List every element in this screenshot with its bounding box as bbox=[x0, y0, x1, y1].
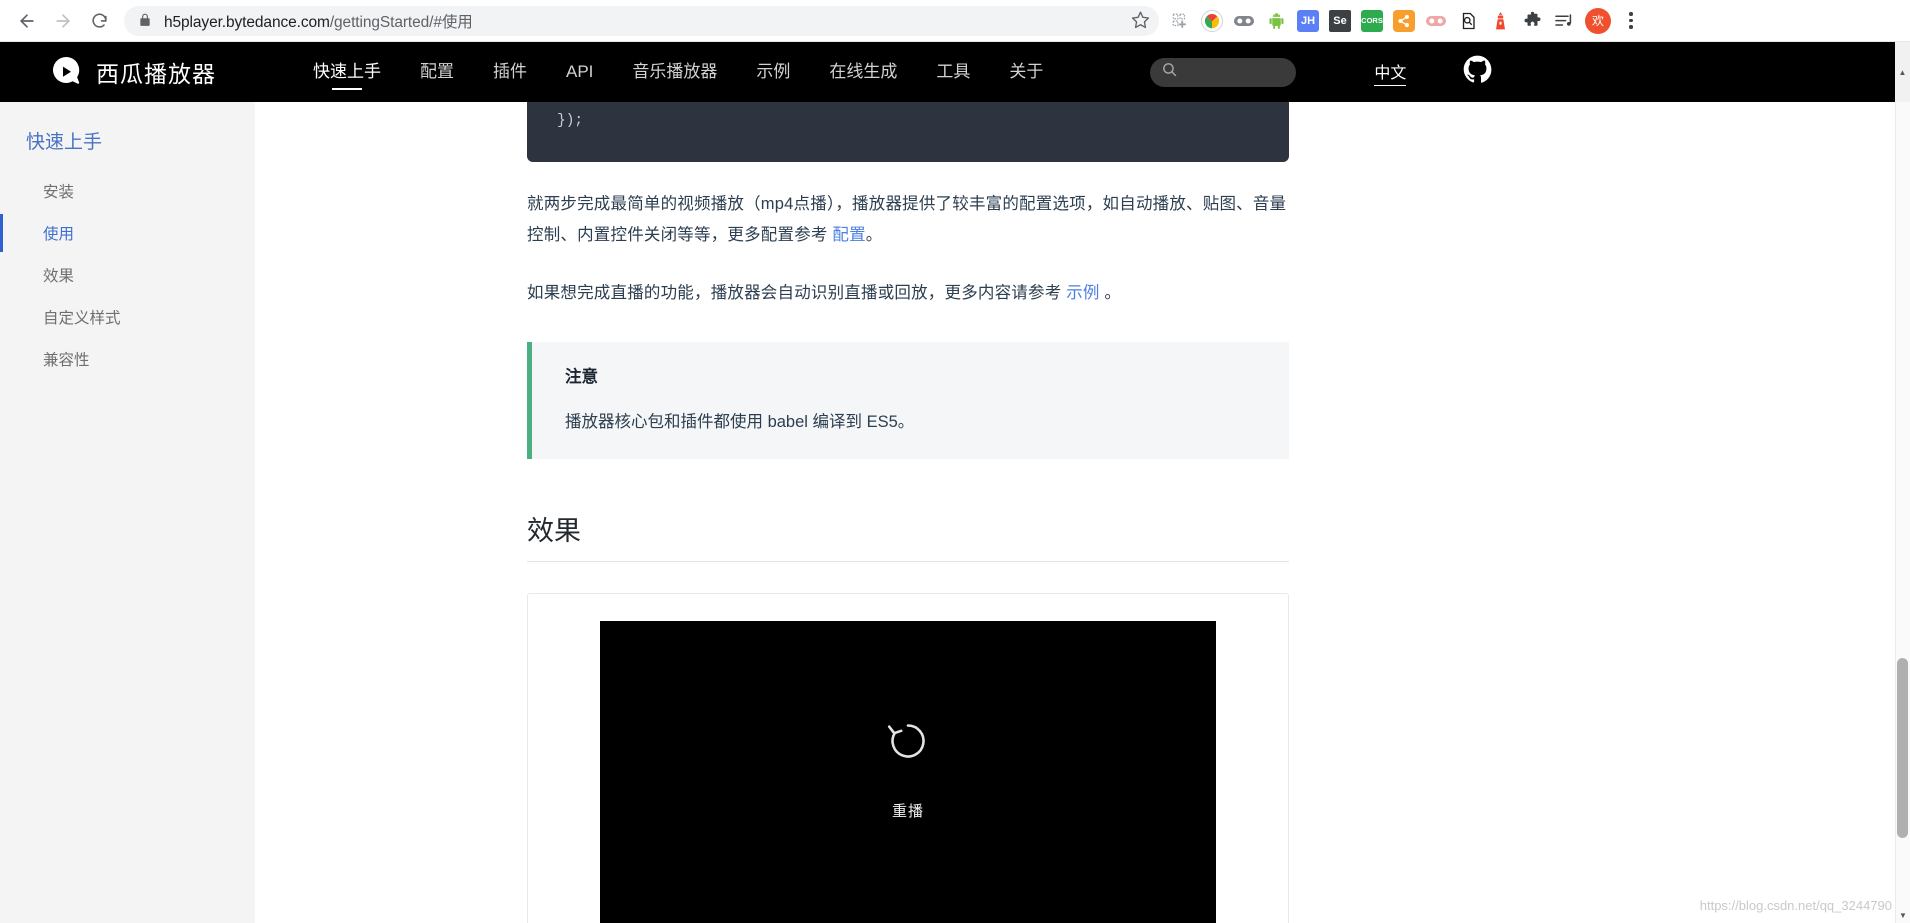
back-button[interactable] bbox=[10, 4, 44, 38]
github-link[interactable] bbox=[1463, 55, 1492, 89]
paragraph-live-suffix: 。 bbox=[1100, 284, 1121, 302]
paragraph-live-text: 如果想完成直播的功能，播放器会自动识别直播或回放，更多内容请参考 bbox=[527, 284, 1066, 302]
paragraph-config: 就两步完成最简单的视频播放（mp4点播），播放器提供了较丰富的配置选项，如自动播… bbox=[527, 189, 1289, 251]
share-extension-icon[interactable] bbox=[1393, 10, 1415, 32]
yandex-icon[interactable] bbox=[1201, 10, 1223, 32]
lock-icon bbox=[138, 13, 154, 29]
selenium-icon[interactable]: Se bbox=[1329, 10, 1351, 32]
extensions-tray: JH Se CORS bbox=[1169, 8, 1645, 34]
paragraph-config-suffix: 。 bbox=[866, 226, 883, 244]
profile-avatar[interactable]: 欢 bbox=[1585, 8, 1611, 34]
cors-extension-icon[interactable]: CORS bbox=[1361, 10, 1383, 32]
forward-button[interactable] bbox=[46, 4, 80, 38]
jh-extension-icon[interactable]: JH bbox=[1297, 10, 1319, 32]
code-block: }); bbox=[527, 102, 1289, 162]
brand-name: 西瓜播放器 bbox=[96, 55, 216, 89]
scrollbar-up-arrow[interactable]: ▲ bbox=[1895, 42, 1910, 102]
lighthouse-icon[interactable] bbox=[1489, 10, 1511, 32]
address-bar[interactable]: h5player.bytedance.com/gettingStarted/#使… bbox=[124, 6, 1159, 36]
link-examples[interactable]: 示例 bbox=[1066, 284, 1099, 302]
sidebar-list: 安装 使用 效果 自定义样式 兼容性 bbox=[0, 170, 255, 380]
replay-control[interactable]: 重播 bbox=[886, 719, 930, 821]
language-switcher[interactable]: 中文 bbox=[1374, 59, 1406, 86]
nav-item-online-generate[interactable]: 在线生成 bbox=[829, 42, 897, 102]
scrollbar-down-arrow[interactable]: ▼ bbox=[1896, 908, 1910, 923]
paragraph-live: 如果想完成直播的功能，播放器会自动识别直播或回放，更多内容请参考 示例 。 bbox=[527, 278, 1289, 309]
demo-card: 重播 bbox=[527, 593, 1289, 923]
sidebar-item-compatibility[interactable]: 兼容性 bbox=[0, 338, 255, 380]
nav-item-quickstart[interactable]: 快速上手 bbox=[313, 42, 381, 102]
notice-title: 注意 bbox=[565, 363, 1263, 387]
nav-item-config[interactable]: 配置 bbox=[420, 42, 454, 102]
brand-logo[interactable]: 西瓜播放器 bbox=[50, 55, 216, 89]
browser-menu-icon[interactable] bbox=[1621, 12, 1641, 29]
sidebar-item-custom-style[interactable]: 自定义样式 bbox=[0, 296, 255, 338]
address-bar-url: h5player.bytedance.com/gettingStarted/#使… bbox=[164, 10, 1131, 32]
nav-item-examples[interactable]: 示例 bbox=[756, 42, 790, 102]
grid-plus-icon[interactable] bbox=[1169, 10, 1191, 32]
sidebar-title[interactable]: 快速上手 bbox=[0, 127, 255, 154]
link-config[interactable]: 配置 bbox=[832, 226, 865, 244]
search-icon bbox=[1161, 61, 1178, 83]
watermark-text: https://blog.csdn.net/qq_3244790 bbox=[1700, 898, 1892, 913]
nav-item-tools[interactable]: 工具 bbox=[936, 42, 970, 102]
reload-button[interactable] bbox=[82, 4, 116, 38]
site-header: 西瓜播放器 快速上手 配置 插件 API 音乐播放器 示例 在线生成 工具 关于… bbox=[0, 42, 1910, 102]
main-navigation: 快速上手 配置 插件 API 音乐播放器 示例 在线生成 工具 关于 bbox=[313, 42, 1043, 102]
page-scrollbar[interactable]: ▼ bbox=[1895, 102, 1910, 923]
notice-body: 播放器核心包和插件都使用 babel 编译到 ES5。 bbox=[565, 409, 1263, 435]
doc-search-icon[interactable] bbox=[1457, 10, 1479, 32]
doc-content: }); 就两步完成最简单的视频播放（mp4点播），播放器提供了较丰富的配置选项，… bbox=[255, 102, 1910, 923]
glasses-icon[interactable] bbox=[1233, 10, 1255, 32]
notice-callout: 注意 播放器核心包和插件都使用 babel 编译到 ES5。 bbox=[527, 342, 1289, 459]
android-icon[interactable] bbox=[1265, 10, 1287, 32]
scrollbar-thumb[interactable] bbox=[1897, 658, 1908, 838]
puzzle-icon[interactable] bbox=[1521, 10, 1543, 32]
doc-article: }); 就两步完成最简单的视频播放（mp4点播），播放器提供了较丰富的配置选项，… bbox=[527, 102, 1289, 923]
glasses-pink-icon[interactable] bbox=[1425, 10, 1447, 32]
sidebar-item-usage[interactable]: 使用 bbox=[0, 212, 255, 254]
music-list-icon[interactable] bbox=[1553, 10, 1575, 32]
bookmark-star-icon[interactable] bbox=[1131, 10, 1153, 32]
github-icon bbox=[1463, 55, 1492, 89]
sidebar-item-effect[interactable]: 效果 bbox=[0, 254, 255, 296]
paragraph-config-text: 就两步完成最简单的视频播放（mp4点播），播放器提供了较丰富的配置选项，如自动播… bbox=[527, 195, 1286, 244]
page-body: 快速上手 安装 使用 效果 自定义样式 兼容性 }); 就两步完成最简单的视频播… bbox=[0, 102, 1910, 923]
replay-icon[interactable] bbox=[886, 719, 930, 768]
replay-label: 重播 bbox=[892, 800, 924, 821]
xigua-player-logo-icon bbox=[50, 56, 82, 88]
nav-item-api[interactable]: API bbox=[566, 42, 593, 102]
video-player[interactable]: 重播 bbox=[600, 621, 1216, 923]
nav-item-music-player[interactable]: 音乐播放器 bbox=[632, 42, 717, 102]
nav-item-about[interactable]: 关于 bbox=[1009, 42, 1043, 102]
nav-item-plugins[interactable]: 插件 bbox=[493, 42, 527, 102]
section-heading-effect: 效果 bbox=[527, 509, 1289, 562]
site-search-input[interactable] bbox=[1150, 58, 1296, 87]
sidebar-item-install[interactable]: 安装 bbox=[0, 170, 255, 212]
browser-toolbar: h5player.bytedance.com/gettingStarted/#使… bbox=[0, 0, 1910, 42]
doc-sidebar: 快速上手 安装 使用 效果 自定义样式 兼容性 bbox=[0, 102, 255, 923]
